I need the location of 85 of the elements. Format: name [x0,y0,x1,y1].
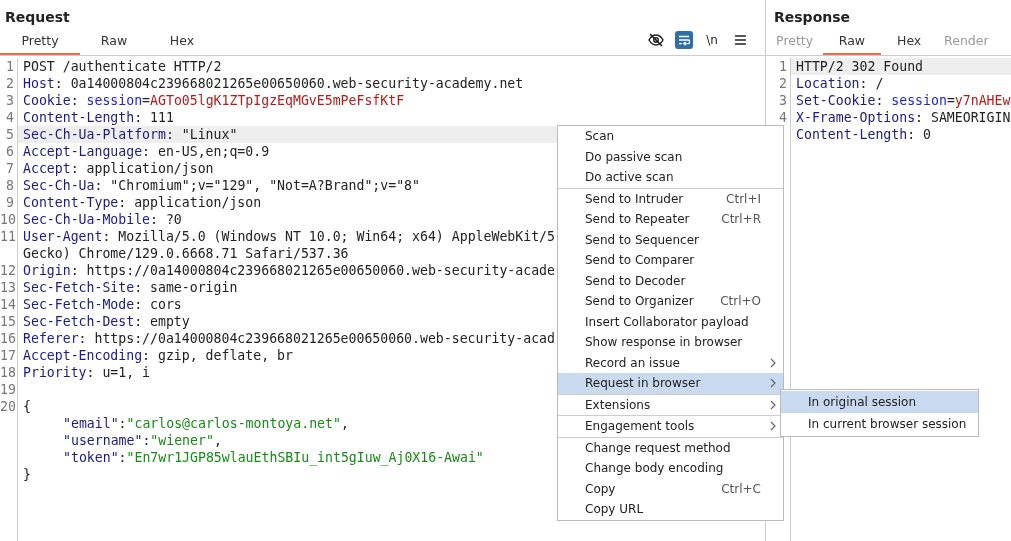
menu-item[interactable]: Do active scan [558,167,783,188]
menu-item[interactable]: Send to Organizer Ctrl+O [558,291,783,312]
code-line: Location: / [796,75,884,92]
chevron-right-icon [769,357,777,368]
line-number: 2 [766,75,791,92]
editor-tab[interactable]: Raw [823,33,881,55]
code-line: Origin: https://0a14000804c239668021265e00650060.web-security-acade [23,262,555,279]
line-number: 18 [0,364,18,381]
code-line: "token":"En7wr1JGP85wlauEthSBIu_int5gIuw_Aj0X16-Awai" [63,449,484,466]
menu-item[interactable]: Insert Collaborator payload [558,311,783,332]
code-line: POST /authenticate HTTP/2 [23,58,222,75]
code-line: Sec-Ch-Ua-Platform: "Linux" [23,126,238,143]
menu-item[interactable]: Engagement tools [558,416,783,437]
code-line: HTTP/2 302 Found [796,58,924,75]
code-line: Sec-Fetch-Site: same-origin [23,279,238,296]
menu-item[interactable]: In current browser session [781,413,978,435]
menu-item[interactable]: Scan [558,126,783,147]
line-number: 4 [0,109,18,126]
panel-title: Request [4,8,71,27]
menu-item[interactable]: Copy URL [558,499,783,520]
wrap-lines-icon[interactable] [675,31,693,49]
code-line: Accept-Language: en-US,en;q=0.9 [23,143,270,160]
code-line: Accept-Encoding: gzip, deflate, br [23,347,293,364]
menu-item[interactable]: Copy Ctrl+C [558,478,783,499]
line-number: 8 [0,177,18,194]
chevron-right-icon [769,378,777,389]
menu-item[interactable]: In original session [781,391,978,413]
menu-item[interactable]: Do passive scan [558,146,783,167]
line-number: 3 [0,92,18,109]
code-line: Cookie: session=AGTo05lgK1ZTpIgzEqMGvE5mPeFsfKtF [23,92,405,109]
line-number: 1 [0,58,18,75]
panel-title: Response [773,8,852,27]
line-number: 13 [0,279,18,296]
menu-item[interactable]: Change request method [558,437,783,458]
code-line: Gecko) Chrome/129.0.6668.71 Safari/537.36 [23,245,349,262]
newline-toggle[interactable]: \n [703,31,721,49]
line-number: 20 [0,398,18,415]
menu-item[interactable]: Send to Decoder [558,270,783,291]
editor-tab[interactable]: Hex [148,33,216,55]
line-number: 14 [0,296,18,313]
menu-item[interactable]: Request in browser [558,373,783,394]
code-line: Sec-Fetch-Dest: empty [23,313,190,330]
menu-item[interactable]: Send to Sequencer [558,229,783,250]
hide-icon[interactable] [647,31,665,49]
code-line: } [23,466,31,483]
chevron-right-icon [769,421,777,432]
chevron-right-icon [769,399,777,410]
line-number: 9 [0,194,18,211]
line-number: 15 [0,313,18,330]
code-line: Sec-Fetch-Mode: cors [23,296,182,313]
code-line: Priority: u=1, i [23,364,151,381]
line-number: 7 [0,160,18,177]
menu-item[interactable]: Change body encoding [558,458,783,479]
editor-tab[interactable]: Pretty [0,33,80,55]
line-number: 16 [0,330,18,347]
code-line: Set-Cookie: session=y7nAHEw [796,92,1011,109]
code-line: { [23,398,31,415]
line-number: 17 [0,347,18,364]
code-line: "username":"wiener", [63,432,222,449]
code-line: "email":"carlos@carlos-montoya.net", [63,415,349,432]
code-line: User-Agent: Mozilla/5.0 (Windows NT 10.0; Win64; x64) AppleWebKit/5 [23,228,555,245]
line-number: 3 [766,92,791,109]
line-number: 12 [0,262,18,279]
line-number: 19 [0,381,18,398]
menu-item[interactable]: Send to Repeater Ctrl+R [558,209,783,230]
code-line: Host: 0a14000804c239668021265e00650060.web-security-academy.net [23,75,524,92]
editor-tab[interactable]: Hex [880,33,938,55]
menu-item[interactable]: Send to Intruder Ctrl+I [558,188,783,209]
menu-item[interactable]: Record an issue [558,352,783,373]
menu-item[interactable]: Send to Comparer [558,250,783,271]
line-number: 10 [0,211,18,228]
menu-item[interactable]: Show response in browser [558,332,783,353]
code-line: Accept: application/json [23,160,214,177]
code-line: Content-Type: application/json [23,194,262,211]
code-line: Content-Length: 111 [23,109,174,126]
editor-tab[interactable]: Raw [80,33,148,55]
menu-item[interactable]: Extensions [558,394,783,415]
line-number: 11 [0,228,18,245]
code-line: Content-Length: 0 [796,126,931,143]
code-line: Sec-Ch-Ua-Mobile: ?0 [23,211,182,228]
line-number: 2 [0,75,18,92]
code-line: Referer: https://0a14000804c239668021265e00650060.web-security-acad [23,330,555,347]
code-line: Sec-Ch-Ua: "Chromium";v="129", "Not=A?Brand";v="8" [23,177,420,194]
line-number: 6 [0,143,18,160]
code-line: X-Frame-Options: SAMEORIGIN [796,109,1011,126]
